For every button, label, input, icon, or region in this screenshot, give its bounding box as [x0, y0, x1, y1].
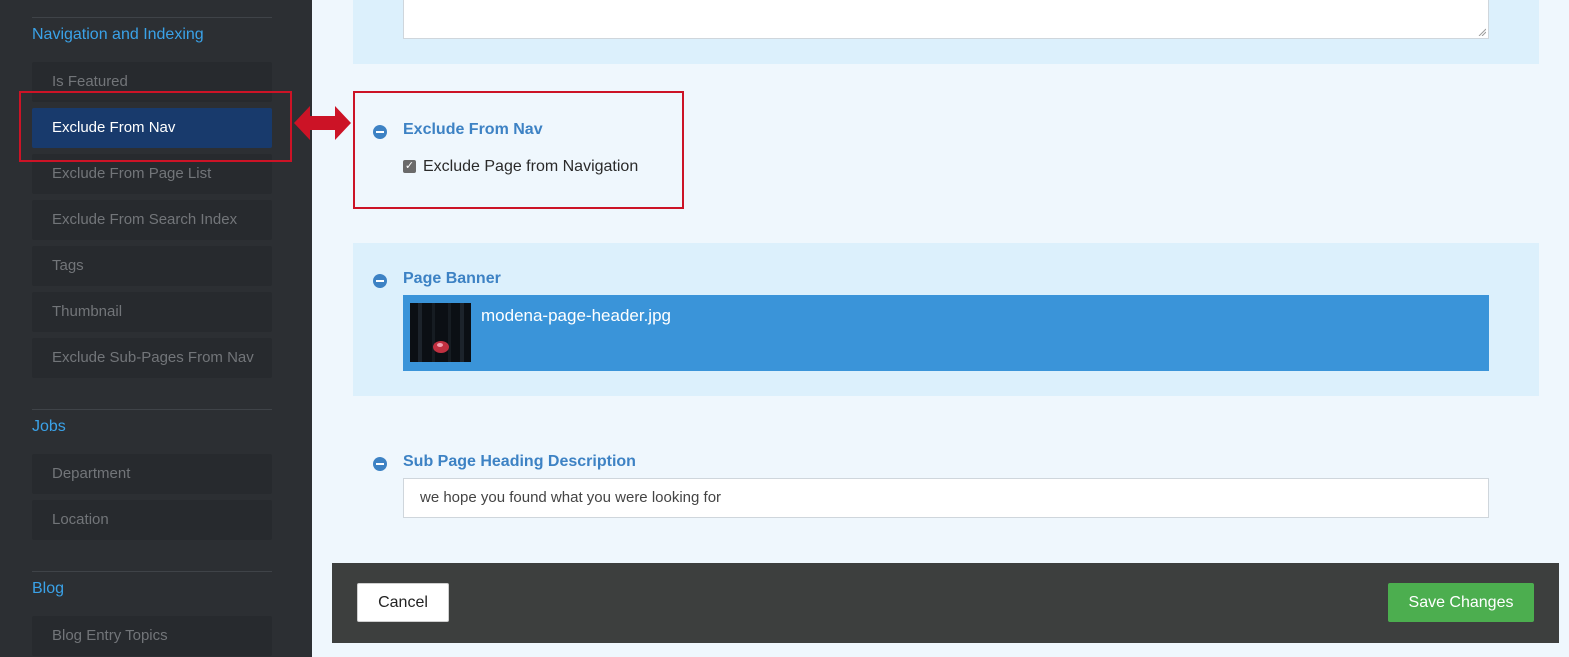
sidebar-group-jobs[interactable]: Jobs — [32, 418, 66, 436]
file-selector[interactable]: modena-page-header.jpg — [403, 295, 1489, 371]
sidebar-divider — [32, 409, 272, 410]
sidebar-divider — [32, 17, 272, 18]
sidebar-item-blog-entry-topics[interactable]: Blog Entry Topics — [32, 616, 272, 656]
sub-heading-description-input[interactable]: we hope you found what you were looking … — [403, 478, 1489, 518]
sidebar-group-blog[interactable]: Blog — [32, 580, 64, 598]
cancel-button[interactable]: Cancel — [357, 583, 449, 622]
resize-grip-icon[interactable] — [1478, 28, 1486, 36]
collapse-icon[interactable] — [373, 457, 387, 471]
highlight-box — [353, 91, 684, 209]
highlight-box — [19, 91, 292, 162]
field-title-sub-page-heading: Sub Page Heading Description — [403, 453, 636, 470]
sidebar-item-location[interactable]: Location — [32, 500, 272, 540]
collapse-icon[interactable] — [373, 274, 387, 288]
sidebar-group-navigation-indexing[interactable]: Navigation and Indexing — [32, 26, 204, 44]
sidebar-divider — [32, 571, 272, 572]
textarea-field[interactable] — [403, 0, 1489, 39]
save-changes-button[interactable]: Save Changes — [1388, 583, 1534, 622]
double-arrow-icon — [294, 106, 351, 140]
sidebar-item-department[interactable]: Department — [32, 454, 272, 494]
sidebar-item-thumbnail[interactable]: Thumbnail — [32, 292, 272, 332]
sidebar-item-tags[interactable]: Tags — [32, 246, 272, 286]
form-footer: Cancel Save Changes — [332, 563, 1559, 643]
field-title-page-banner: Page Banner — [403, 270, 501, 287]
sidebar-item-exclude-from-search-index[interactable]: Exclude From Search Index — [32, 200, 272, 240]
banner-filename: modena-page-header.jpg — [481, 306, 671, 325]
sidebar-item-exclude-sub-pages-from-nav[interactable]: Exclude Sub-Pages From Nav — [32, 338, 272, 378]
banner-thumbnail — [410, 303, 471, 362]
